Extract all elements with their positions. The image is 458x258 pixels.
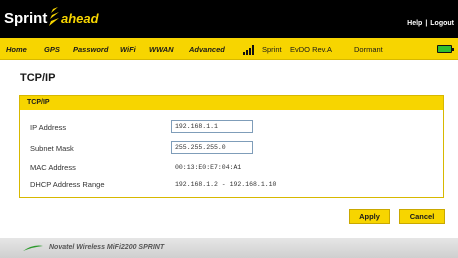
- nav-wwan[interactable]: WWAN: [149, 45, 174, 54]
- tagline: ahead: [61, 11, 99, 26]
- help-link[interactable]: Help: [407, 20, 422, 27]
- cancel-button[interactable]: Cancel: [399, 209, 445, 224]
- nav-home[interactable]: Home: [6, 45, 27, 54]
- mac-address-label: MAC Address: [30, 163, 76, 172]
- signal-strength-icon: [243, 45, 256, 55]
- footer-bar: Novatel Wireless MiFi2200 SPRINT: [0, 238, 458, 258]
- link-separator: |: [425, 20, 428, 27]
- subnet-mask-input[interactable]: 255.255.255.0: [171, 141, 253, 154]
- battery-icon: [437, 45, 454, 53]
- mac-address-value: 00:13:E0:E7:04:A1: [175, 164, 242, 171]
- novatel-swoosh-icon: [23, 245, 43, 251]
- tcpip-panel: TCP/IP IP Address 192.168.1.1 Subnet Mas…: [19, 95, 444, 198]
- ip-address-label: IP Address: [30, 123, 67, 132]
- apply-button[interactable]: Apply: [349, 209, 390, 224]
- dhcp-range-label: DHCP Address Range: [30, 180, 105, 189]
- top-header: Sprint ahead Help | Logout: [0, 0, 458, 38]
- panel-heading: TCP/IP: [20, 96, 443, 110]
- nav-wifi[interactable]: WiFi: [120, 45, 136, 54]
- main-nav: Home GPS Password WiFi WWAN Advanced Spr…: [0, 38, 458, 60]
- logout-link[interactable]: Logout: [430, 20, 454, 27]
- ip-address-input[interactable]: 192.168.1.1: [171, 120, 253, 133]
- network-label: EvDO Rev.A: [290, 45, 332, 54]
- page-title: TCP/IP: [20, 72, 56, 84]
- connection-status: Dormant: [354, 45, 383, 54]
- dhcp-range-value: 192.168.1.2 - 192.168.1.10: [175, 181, 277, 188]
- nav-gps[interactable]: GPS: [44, 45, 60, 54]
- subnet-mask-label: Subnet Mask: [30, 144, 74, 153]
- sprint-swoosh-icon: [49, 7, 59, 26]
- nav-advanced[interactable]: Advanced: [189, 45, 225, 54]
- nav-password[interactable]: Password: [73, 45, 108, 54]
- top-links: Help | Logout: [407, 20, 454, 27]
- carrier-label: Sprint: [262, 45, 282, 54]
- footer-device-name: Novatel Wireless MiFi2200 SPRINT: [49, 244, 165, 251]
- sprint-logo: Sprint: [4, 10, 48, 27]
